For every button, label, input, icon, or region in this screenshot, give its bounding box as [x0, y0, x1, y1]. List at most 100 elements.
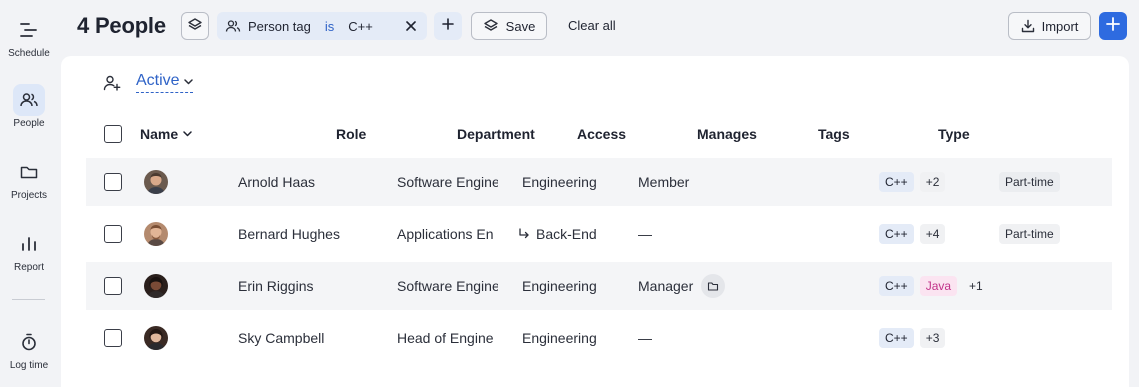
bar-chart-icon — [13, 228, 45, 260]
type-badge: Part-time — [999, 172, 1060, 192]
add-person-icon[interactable] — [103, 74, 121, 92]
download-icon — [1021, 19, 1035, 33]
tag: C++ — [879, 224, 914, 244]
column-header-label: Name — [140, 126, 179, 142]
sub-department-arrow-icon — [518, 228, 530, 240]
sidebar-item-label: Log time — [9, 360, 49, 371]
sidebar-item-schedule[interactable]: Schedule — [0, 14, 58, 59]
column-header-tags[interactable]: Tags — [818, 126, 850, 142]
sidebar-item-projects[interactable]: Projects — [0, 156, 58, 201]
status-label: Active — [136, 72, 180, 89]
tag: C++ — [879, 276, 914, 296]
sidebar-divider — [12, 299, 45, 300]
sidebar-item-people[interactable]: People — [0, 84, 58, 129]
schedule-icon — [13, 14, 45, 46]
save-label: Save — [505, 18, 536, 34]
plus-icon — [442, 17, 454, 35]
avatar — [144, 222, 168, 246]
department-label: Back-End — [536, 226, 597, 242]
filter-chip[interactable]: Person tag is C++ — [217, 12, 427, 40]
person-tags: C++ +2 — [879, 158, 989, 206]
tags-more[interactable]: +3 — [919, 328, 946, 348]
person-name[interactable]: Bernard Hughes — [238, 210, 358, 258]
person-type: Part-time — [999, 210, 1099, 258]
column-header-department[interactable]: Department — [457, 126, 535, 142]
row-checkbox[interactable] — [104, 173, 122, 191]
person-role: Head of Engine — [397, 330, 494, 346]
sidebar-item-label: People — [13, 118, 45, 129]
person-tags: C++ +3 — [879, 314, 989, 362]
tag: C++ — [879, 328, 914, 348]
status-filter-row: Active — [103, 72, 193, 93]
person-access: — — [638, 330, 652, 346]
person-role: Software Engine — [397, 174, 498, 190]
filter-value[interactable]: C++ — [348, 19, 373, 34]
save-button[interactable]: Save — [471, 12, 547, 40]
sidebar-item-report[interactable]: Report — [0, 228, 58, 273]
import-button[interactable]: Import — [1008, 12, 1091, 40]
page-title: 4 People — [77, 13, 166, 38]
people-table-card: Active Name Role Department Access Manag… — [61, 56, 1129, 387]
type-badge: Part-time — [999, 224, 1060, 244]
person-access: Manager — [638, 262, 758, 310]
person-tag-icon — [224, 17, 242, 35]
row-checkbox[interactable] — [104, 225, 122, 243]
column-header-access[interactable]: Access — [577, 126, 626, 142]
views-button[interactable] — [181, 12, 209, 40]
select-all-checkbox[interactable] — [104, 125, 122, 143]
tags-more[interactable]: +4 — [919, 224, 946, 244]
sidebar-item-label: Report — [13, 262, 44, 273]
person-access: — — [638, 226, 652, 242]
person-name[interactable]: Arnold Haas — [238, 158, 358, 206]
filter-field: Person tag — [248, 18, 311, 34]
remove-filter-icon[interactable] — [403, 17, 419, 35]
clear-all-button[interactable]: Clear all — [568, 18, 616, 33]
avatar — [144, 326, 168, 350]
stopwatch-icon — [13, 326, 45, 358]
person-type: Part-time — [999, 158, 1099, 206]
person-type — [999, 262, 1099, 310]
row-checkbox[interactable] — [104, 329, 122, 347]
plus-icon — [1106, 16, 1120, 36]
person-type — [999, 314, 1099, 362]
tag: Java — [919, 276, 958, 296]
person-access: Member — [638, 174, 690, 190]
status-dropdown[interactable]: Active — [136, 72, 193, 93]
table-row[interactable]: Bernard Hughes Applications En Back-End … — [86, 210, 1112, 258]
sidebar-item-log-time[interactable]: Log time — [0, 326, 58, 371]
table-row[interactable]: Arnold Haas Software Engine Engineering … — [86, 158, 1112, 206]
tags-more[interactable]: +1 — [963, 276, 989, 296]
people-icon — [13, 84, 45, 116]
person-name[interactable]: Sky Campbell — [238, 314, 358, 362]
column-header-role[interactable]: Role — [336, 126, 366, 142]
access-label: Manager — [638, 278, 694, 294]
column-header-type[interactable]: Type — [938, 126, 970, 142]
folder-icon — [13, 156, 45, 188]
filter-operator[interactable]: is — [325, 19, 334, 34]
table-row[interactable]: Sky Campbell Head of Engine Engineering … — [86, 314, 1112, 362]
person-name[interactable]: Erin Riggins — [238, 262, 358, 310]
add-person-button[interactable] — [1099, 12, 1127, 40]
row-checkbox[interactable] — [104, 277, 122, 295]
person-tags: C++ +4 — [879, 210, 989, 258]
import-label: Import — [1041, 18, 1079, 34]
column-header-manages[interactable]: Manages — [697, 126, 757, 142]
layers-icon — [187, 17, 203, 36]
table-row[interactable]: Erin Riggins Software Engine Engineering… — [86, 262, 1112, 310]
person-department: Engineering — [522, 278, 597, 294]
person-department: Back-End — [518, 210, 622, 258]
chevron-down-icon — [183, 72, 193, 90]
avatar — [144, 170, 168, 194]
chevron-down-icon — [183, 131, 192, 137]
person-role: Applications En — [397, 226, 494, 242]
layers-icon — [483, 18, 499, 34]
person-department: Engineering — [522, 174, 597, 190]
tags-more[interactable]: +2 — [919, 172, 946, 192]
folder-icon[interactable] — [701, 274, 726, 298]
sidebar: Schedule People Projects Report Log time — [0, 0, 58, 387]
column-header-name[interactable]: Name — [140, 126, 192, 142]
person-role: Software Engine — [397, 278, 498, 294]
sidebar-item-label: Schedule — [8, 48, 50, 59]
tag: C++ — [879, 172, 914, 192]
add-filter-button[interactable] — [434, 12, 462, 40]
